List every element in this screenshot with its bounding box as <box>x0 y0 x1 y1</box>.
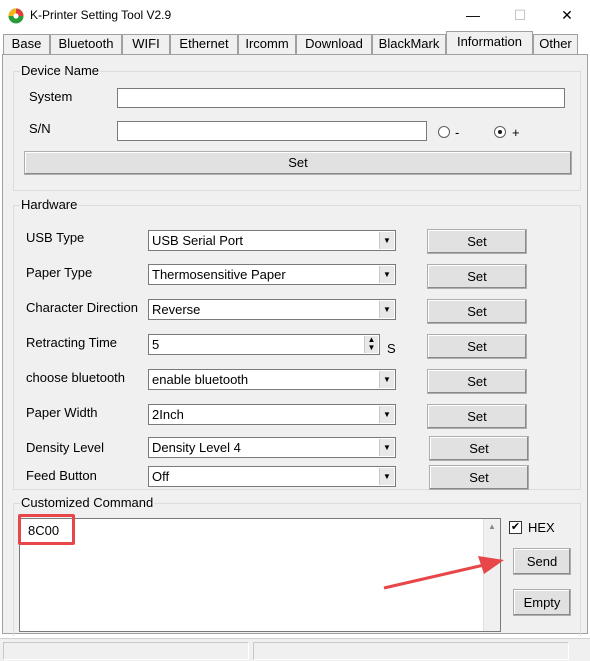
chevron-down-icon: ▼ <box>379 371 394 388</box>
retracting-time-label: Retracting Time <box>26 335 118 350</box>
paper-width-label: Paper Width <box>26 405 98 420</box>
choose-bluetooth-value: enable bluetooth <box>152 372 249 387</box>
choose-bluetooth-set-button[interactable]: Set <box>427 369 527 394</box>
choose-bluetooth-dropdown[interactable]: enable bluetooth ▼ <box>148 369 396 390</box>
retracting-time-unit: S <box>387 341 396 356</box>
close-button[interactable]: ✕ <box>544 0 590 30</box>
maximize-button[interactable]: ☐ <box>497 0 543 30</box>
hex-checkbox[interactable]: ✔ <box>509 521 522 534</box>
paper-width-value: 2Inch <box>152 407 184 422</box>
radio-plus[interactable] <box>494 126 506 138</box>
tab-ethernet[interactable]: Ethernet <box>170 34 238 54</box>
choose-bluetooth-label: choose bluetooth <box>26 370 126 385</box>
chevron-down-icon: ▼ <box>379 232 394 249</box>
hardware-legend: Hardware <box>20 197 79 213</box>
chevron-down-icon: ▼ <box>379 266 394 283</box>
app-window: K-Printer Setting Tool V2.9 — ☐ ✕ Base B… <box>0 0 590 661</box>
paper-width-dropdown[interactable]: 2Inch ▼ <box>148 404 396 425</box>
usb-type-set-button[interactable]: Set <box>427 229 527 254</box>
paper-type-value: Thermosensitive Paper <box>152 267 286 282</box>
tab-wifi[interactable]: WIFI <box>122 34 170 54</box>
radio-minus-label: - <box>455 125 460 140</box>
send-button[interactable]: Send <box>513 548 571 575</box>
chevron-down-icon: ▼ <box>379 468 394 485</box>
customized-command-legend: Customized Command <box>20 495 155 511</box>
density-level-value: Density Level 4 <box>152 440 241 455</box>
device-set-button[interactable]: Set <box>24 151 572 175</box>
density-level-label: Density Level <box>26 440 105 455</box>
paper-type-set-button[interactable]: Set <box>427 264 527 289</box>
paper-width-set-button[interactable]: Set <box>427 404 527 429</box>
retracting-time-set-button[interactable]: Set <box>427 334 527 359</box>
radio-minus[interactable] <box>438 126 450 138</box>
status-bar <box>0 638 590 661</box>
tab-bluetooth[interactable]: Bluetooth <box>50 34 122 54</box>
retracting-time-value: 5 <box>152 337 160 352</box>
empty-button[interactable]: Empty <box>513 589 571 616</box>
status-panel-2 <box>253 642 569 660</box>
app-logo-icon <box>8 8 24 24</box>
minimize-button[interactable]: — <box>450 0 496 30</box>
tab-blackmark[interactable]: BlackMark <box>372 34 446 54</box>
tab-base[interactable]: Base <box>3 34 50 54</box>
feed-button-value: Off <box>152 469 170 484</box>
character-direction-label: Character Direction <box>26 300 138 315</box>
density-level-dropdown[interactable]: Density Level 4 ▼ <box>148 437 396 458</box>
character-direction-value: Reverse <box>152 302 201 317</box>
tab-information[interactable]: Information <box>446 31 533 54</box>
hex-label: HEX <box>528 520 555 535</box>
paper-type-dropdown[interactable]: Thermosensitive Paper ▼ <box>148 264 396 285</box>
title-bar: K-Printer Setting Tool V2.9 — ☐ ✕ <box>0 0 590 32</box>
status-panel-1 <box>3 642 249 660</box>
spinner-icon[interactable]: ▲ ▼ <box>364 336 378 353</box>
checkmark-icon: ✔ <box>510 521 521 533</box>
tab-download[interactable]: Download <box>296 34 372 54</box>
character-direction-set-button[interactable]: Set <box>427 299 527 324</box>
system-label: System <box>29 89 73 104</box>
character-direction-dropdown[interactable]: Reverse ▼ <box>148 299 396 320</box>
retracting-time-spinner[interactable]: 5 ▲ ▼ <box>148 334 380 355</box>
feed-button-label: Feed Button <box>26 468 97 483</box>
usb-type-value: USB Serial Port <box>152 233 244 248</box>
scroll-up-icon[interactable]: ▲ <box>484 519 500 535</box>
system-field[interactable] <box>117 88 565 108</box>
radio-plus-label: + <box>512 125 520 140</box>
density-level-set-button[interactable]: Set <box>429 436 529 461</box>
feed-button-dropdown[interactable]: Off ▼ <box>148 466 396 487</box>
chevron-down-icon: ▼ <box>379 439 394 456</box>
chevron-down-icon: ▼ <box>379 406 394 423</box>
command-highlight-annotation <box>18 514 75 545</box>
device-name-legend: Device Name <box>20 63 101 79</box>
tab-other[interactable]: Other <box>533 34 578 54</box>
paper-type-label: Paper Type <box>26 265 93 280</box>
annotation-arrow-icon <box>383 556 504 590</box>
usb-type-dropdown[interactable]: USB Serial Port ▼ <box>148 230 396 251</box>
sn-label: S/N <box>29 121 51 136</box>
window-title: K-Printer Setting Tool V2.9 <box>30 8 172 22</box>
sn-field[interactable] <box>117 121 427 141</box>
usb-type-label: USB Type <box>26 230 85 245</box>
tab-ircomm[interactable]: Ircomm <box>238 34 296 54</box>
feed-button-set-button[interactable]: Set <box>429 465 529 490</box>
chevron-down-icon: ▼ <box>379 301 394 318</box>
